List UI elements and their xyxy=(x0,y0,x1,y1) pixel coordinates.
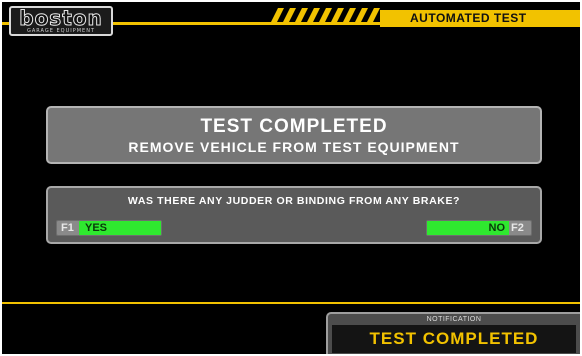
hazard-stripes xyxy=(270,8,380,24)
no-button[interactable]: NO F2 xyxy=(426,220,532,236)
notification-box: NOTIFICATION TEST COMPLETED xyxy=(326,312,580,354)
status-instruction: REMOVE VEHICLE FROM TEST EQUIPMENT xyxy=(128,139,460,155)
screen: boston GARAGE EQUIPMENT AUTOMATED TEST T… xyxy=(2,2,580,354)
f1-key-label: F1 xyxy=(61,222,74,234)
yes-label: YES xyxy=(79,221,161,235)
question-text: WAS THERE ANY JUDDER OR BINDING FROM ANY… xyxy=(127,195,461,207)
logo-tagline: GARAGE EQUIPMENT xyxy=(26,28,96,34)
yes-button[interactable]: F1 YES xyxy=(56,220,162,236)
status-heading: TEST COMPLETED xyxy=(200,116,388,137)
logo-word: boston xyxy=(19,6,103,30)
status-panel: TEST COMPLETED REMOVE VEHICLE FROM TEST … xyxy=(46,106,542,164)
question-panel: WAS THERE ANY JUDDER OR BINDING FROM ANY… xyxy=(46,186,542,244)
notification-message: TEST COMPLETED xyxy=(332,325,576,353)
notification-label: NOTIFICATION xyxy=(426,316,482,323)
no-label: NO xyxy=(427,221,509,235)
boston-logo: boston GARAGE EQUIPMENT xyxy=(9,6,113,36)
footer-line xyxy=(2,302,580,304)
f2-key-label: F2 xyxy=(511,222,524,234)
screen-title: AUTOMATED TEST xyxy=(410,11,527,25)
